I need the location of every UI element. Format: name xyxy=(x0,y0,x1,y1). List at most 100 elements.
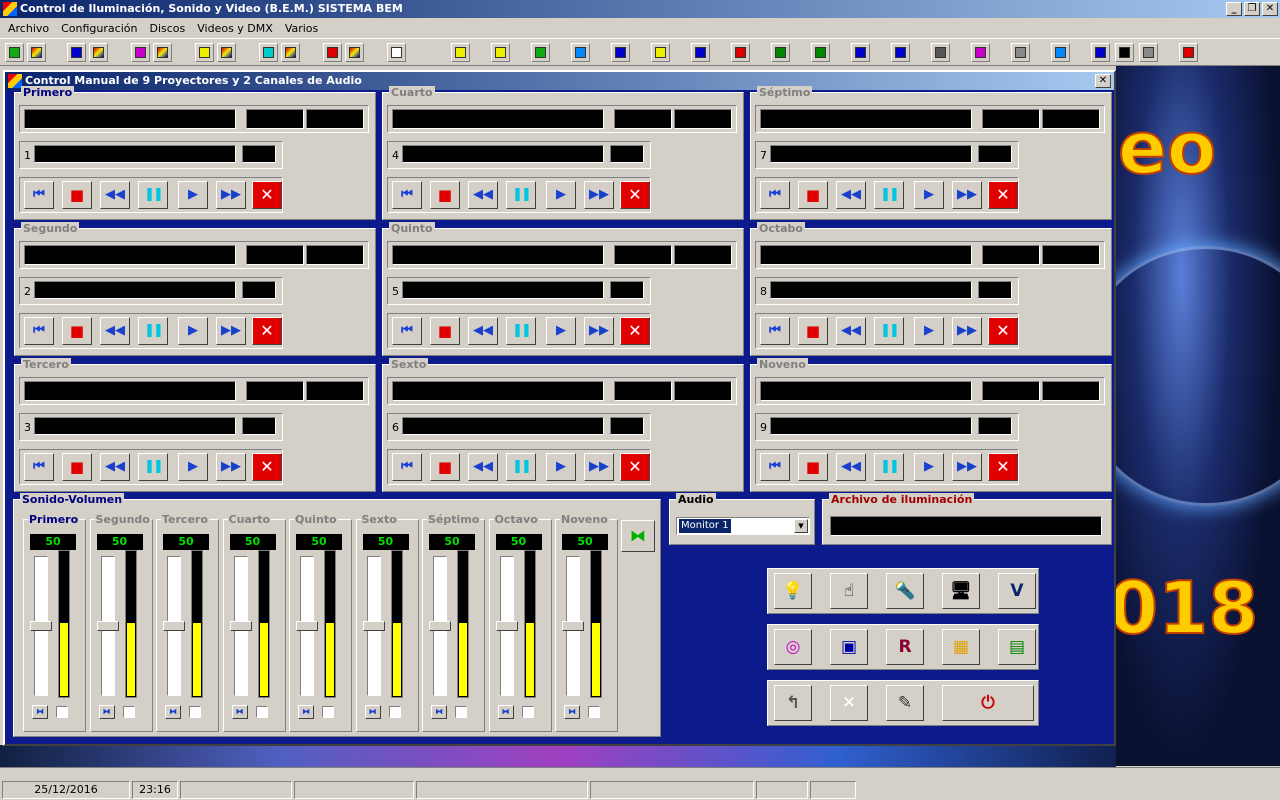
stop-button[interactable]: ■ xyxy=(62,181,92,209)
volume-slider-thumb[interactable] xyxy=(96,621,119,631)
toolbar-button-icon[interactable] xyxy=(131,43,150,62)
rewind-button[interactable]: ◀◀ xyxy=(100,181,130,209)
volume-slider-thumb[interactable] xyxy=(495,621,518,631)
first-button[interactable]: ⏮ xyxy=(760,181,790,209)
pause-button[interactable]: ❚❚ xyxy=(138,453,168,481)
rewind-button[interactable]: ◀◀ xyxy=(836,181,866,209)
rewind-button[interactable]: ◀◀ xyxy=(100,453,130,481)
toolbar-button-icon[interactable] xyxy=(771,43,790,62)
mute-button[interactable]: ⧓ xyxy=(564,705,580,719)
toolbar-button-icon[interactable] xyxy=(281,43,300,62)
play-button[interactable]: ▶ xyxy=(914,317,944,345)
pause-button[interactable]: ❚❚ xyxy=(874,317,904,345)
toolbar-button-icon[interactable] xyxy=(1011,43,1030,62)
pause-button[interactable]: ❚❚ xyxy=(138,317,168,345)
exit-icon[interactable]: ✕ xyxy=(830,685,868,721)
mute-button[interactable]: ⧓ xyxy=(98,705,115,719)
channel-checkbox[interactable] xyxy=(388,706,401,718)
close-button[interactable]: ✕ xyxy=(620,453,650,481)
toolbar-button-icon[interactable] xyxy=(611,43,630,62)
first-button[interactable]: ⏮ xyxy=(392,181,422,209)
toolbar-button-icon[interactable] xyxy=(27,43,46,62)
forward-button[interactable]: ▶▶ xyxy=(216,453,246,481)
toolbar-button-icon[interactable] xyxy=(691,43,710,62)
toolbar-button-icon[interactable] xyxy=(851,43,870,62)
play-button[interactable]: ▶ xyxy=(546,453,576,481)
power-icon[interactable]: ⏻ xyxy=(942,685,1034,721)
edit-icon[interactable]: ✎ xyxy=(886,685,924,721)
forward-button[interactable]: ▶▶ xyxy=(584,317,614,345)
toolbar-button-icon[interactable] xyxy=(731,43,750,62)
rewind-button[interactable]: ◀◀ xyxy=(836,453,866,481)
toolbar-button-icon[interactable] xyxy=(1139,43,1158,62)
forward-button[interactable]: ▶▶ xyxy=(952,317,982,345)
volume-slider-thumb[interactable] xyxy=(362,621,385,631)
toolbar-button-icon[interactable] xyxy=(67,43,86,62)
record-icon[interactable]: R xyxy=(886,629,924,665)
first-button[interactable]: ⏮ xyxy=(24,453,54,481)
volume-slider-thumb[interactable] xyxy=(562,621,584,631)
first-button[interactable]: ⏮ xyxy=(24,317,54,345)
toolbar-button-icon[interactable] xyxy=(195,43,214,62)
toolbar-button-icon[interactable] xyxy=(651,43,670,62)
monitor-icon[interactable]: 🖥 xyxy=(942,573,980,609)
toolbar-button-icon[interactable] xyxy=(811,43,830,62)
mute-button[interactable]: ⧓ xyxy=(165,705,181,719)
play-button[interactable]: ▶ xyxy=(546,317,576,345)
close-button[interactable]: ✕ xyxy=(252,453,282,481)
channel-checkbox[interactable] xyxy=(588,706,600,718)
toolbar-button-icon[interactable] xyxy=(5,43,24,62)
toolbar-button-icon[interactable] xyxy=(571,43,590,62)
audio-device-select[interactable]: Monitor 1 ▼ xyxy=(676,517,810,535)
mute-button[interactable]: ⧓ xyxy=(497,705,514,719)
play-button[interactable]: ▶ xyxy=(178,181,208,209)
forward-button[interactable]: ▶▶ xyxy=(216,181,246,209)
close-button[interactable]: ✕ xyxy=(988,317,1018,345)
close-button[interactable]: ✕ xyxy=(988,181,1018,209)
toolbar-button-icon[interactable] xyxy=(345,43,364,62)
pause-button[interactable]: ❚❚ xyxy=(874,453,904,481)
cd-icon[interactable]: ◎ xyxy=(774,629,812,665)
toolbar-button-icon[interactable] xyxy=(387,43,406,62)
toolbar-button-icon[interactable] xyxy=(971,43,990,62)
close-button[interactable]: ✕ xyxy=(252,317,282,345)
pause-button[interactable]: ❚❚ xyxy=(506,453,536,481)
pause-button[interactable]: ❚❚ xyxy=(874,181,904,209)
minimize-button[interactable]: _ xyxy=(1226,2,1242,16)
mdi-close-button[interactable]: ✕ xyxy=(1095,74,1111,88)
toolbar-button-icon[interactable] xyxy=(1115,43,1134,62)
forward-button[interactable]: ▶▶ xyxy=(584,453,614,481)
pause-button[interactable]: ❚❚ xyxy=(506,181,536,209)
forward-button[interactable]: ▶▶ xyxy=(584,181,614,209)
forward-button[interactable]: ▶▶ xyxy=(216,317,246,345)
play-button[interactable]: ▶ xyxy=(546,181,576,209)
first-button[interactable]: ⏮ xyxy=(24,181,54,209)
display-icon[interactable]: ▣ xyxy=(830,629,868,665)
toolbar-button-icon[interactable] xyxy=(259,43,278,62)
stop-button[interactable]: ■ xyxy=(798,453,828,481)
menu-varios[interactable]: Varios xyxy=(279,22,324,35)
mute-button[interactable]: ⧓ xyxy=(298,705,314,719)
back-icon[interactable]: ↰ xyxy=(774,685,812,721)
volume-slider-thumb[interactable] xyxy=(163,621,185,631)
close-window-button[interactable]: ✕ xyxy=(1262,2,1278,16)
close-button[interactable]: ✕ xyxy=(252,181,282,209)
mute-button[interactable]: ⧓ xyxy=(431,705,447,719)
rewind-button[interactable]: ◀◀ xyxy=(836,317,866,345)
toolbar-button-icon[interactable] xyxy=(89,43,108,62)
play-button[interactable]: ▶ xyxy=(178,453,208,481)
channel-checkbox[interactable] xyxy=(521,706,534,718)
play-button[interactable]: ▶ xyxy=(914,181,944,209)
stop-button[interactable]: ■ xyxy=(62,317,92,345)
toolbar-button-icon[interactable] xyxy=(153,43,172,62)
toolbar-button-icon[interactable] xyxy=(491,43,510,62)
menu-discos[interactable]: Discos xyxy=(143,22,191,35)
chevron-down-icon[interactable]: ▼ xyxy=(794,519,808,533)
close-button[interactable]: ✕ xyxy=(620,181,650,209)
volume-slider-thumb[interactable] xyxy=(229,621,252,631)
pause-button[interactable]: ❚❚ xyxy=(506,317,536,345)
volume-slider-thumb[interactable] xyxy=(429,621,451,631)
hand-icon[interactable]: ☝ xyxy=(830,573,868,609)
menu-archivo[interactable]: Archivo xyxy=(2,22,55,35)
stop-button[interactable]: ■ xyxy=(798,317,828,345)
